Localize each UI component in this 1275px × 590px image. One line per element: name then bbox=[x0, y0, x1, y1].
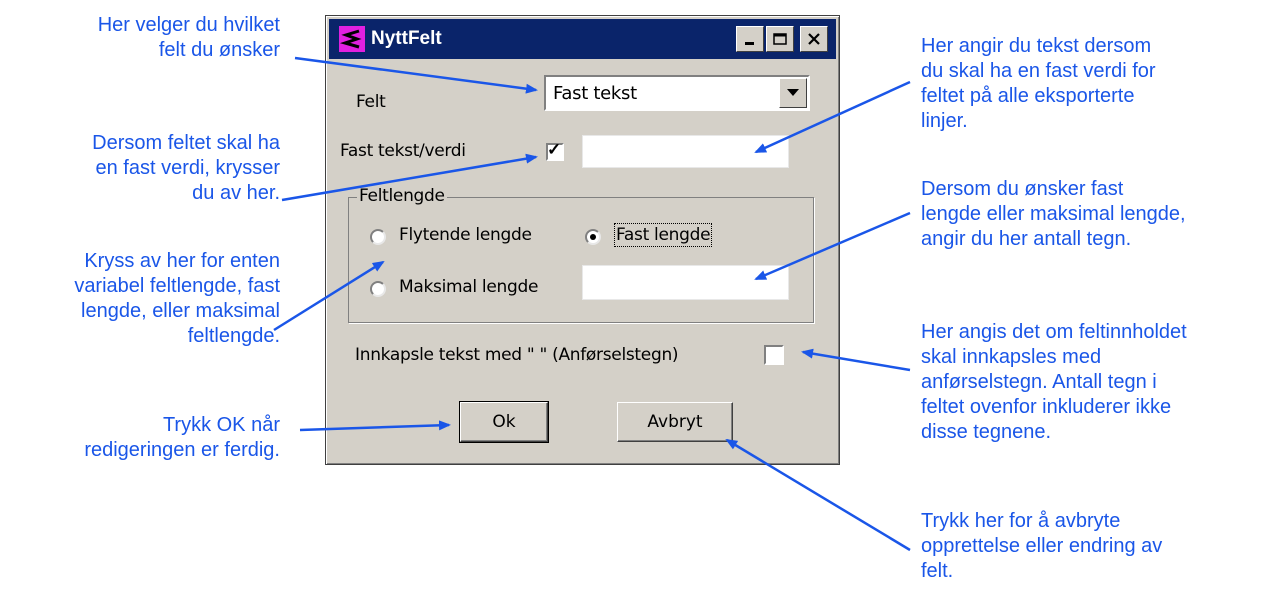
arrow-angir-tekst bbox=[754, 80, 911, 154]
arrow-innkapsles bbox=[801, 348, 911, 372]
annotation-arrows bbox=[273, 56, 911, 552]
arrow-lengde bbox=[273, 260, 385, 332]
arrow-antall-tegn bbox=[754, 211, 911, 281]
arrow-avbryte bbox=[725, 438, 911, 552]
arrow-felt bbox=[294, 56, 538, 94]
arrow-fast-verdi bbox=[281, 153, 538, 202]
arrow-ok bbox=[299, 420, 451, 432]
